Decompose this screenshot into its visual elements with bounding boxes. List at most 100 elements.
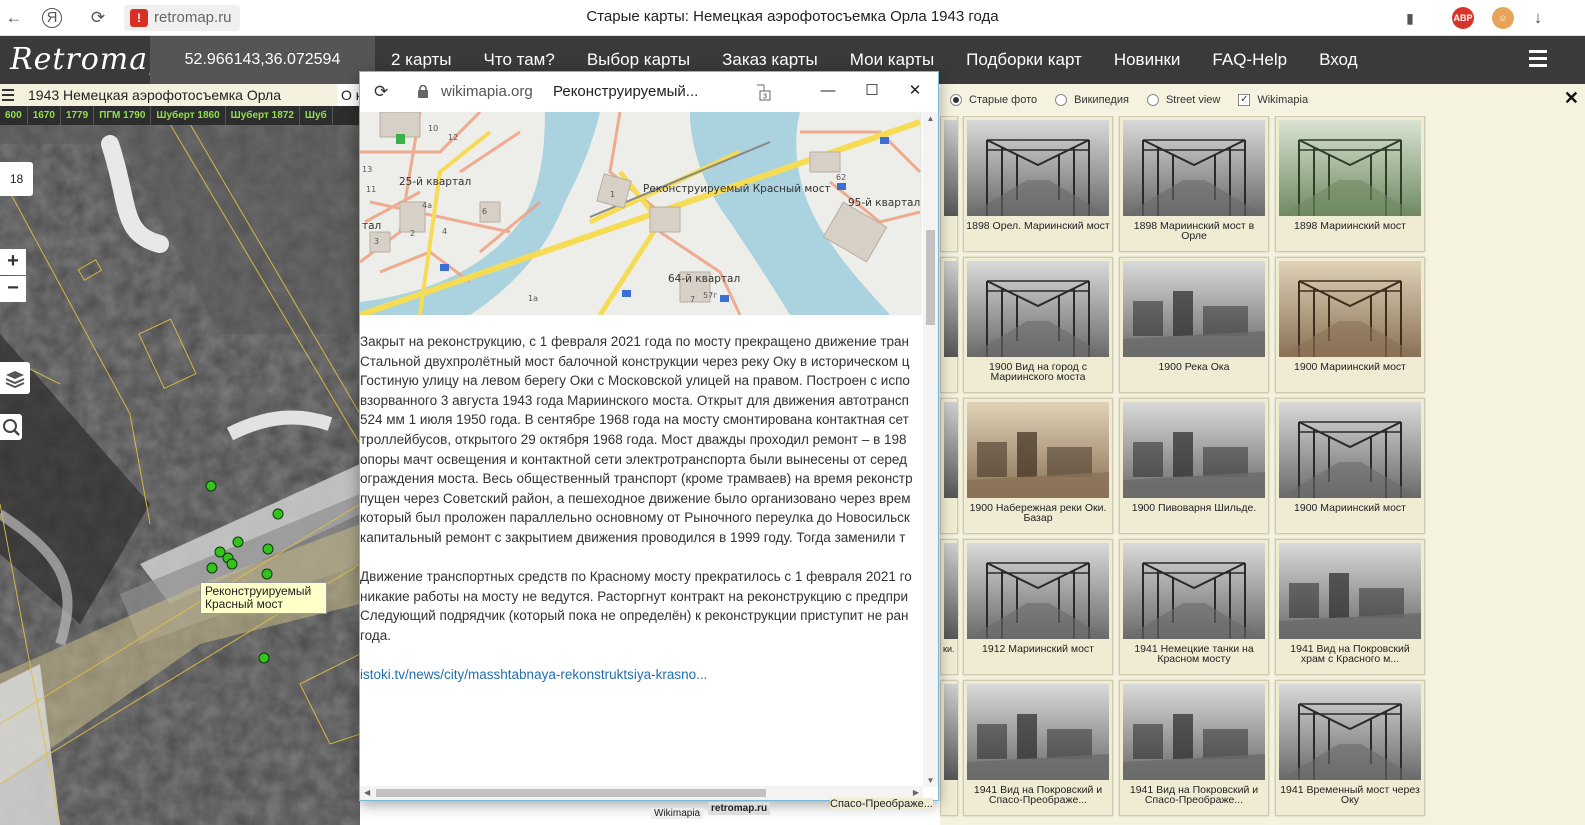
year-item[interactable]: Шуберт 1860 <box>151 106 226 125</box>
photo-thumbnail-partial[interactable] <box>940 398 958 534</box>
extension-icon[interactable]: ☺ <box>1492 7 1514 29</box>
photo-caption[interactable]: 1900 Пивоварня Шильде. <box>1122 503 1266 514</box>
photo-image[interactable] <box>967 684 1109 780</box>
photo-caption[interactable]: 1912 Мариинский мост <box>966 644 1110 655</box>
photo-image[interactable] <box>1279 120 1421 216</box>
photo-thumbnail[interactable]: 1941 Немецкие танки на Красном мосту <box>1119 539 1269 675</box>
year-item[interactable]: 1779 <box>61 106 95 125</box>
layers-icon[interactable] <box>0 362 30 394</box>
photo-thumbnail-partial[interactable] <box>940 257 958 393</box>
photo-caption[interactable]: 1941 Немецкие танки на Красном мосту <box>1122 644 1266 665</box>
option-wikipedia[interactable]: Википедия <box>1055 94 1129 106</box>
option-street-view[interactable]: Street view <box>1146 94 1220 106</box>
menu-item-collections[interactable]: Подборки карт <box>950 36 1098 84</box>
photo-caption[interactable]: 1900 Мариинский мост <box>1278 362 1422 373</box>
photo-caption[interactable]: 1900 Вид на город с Мариинского моста <box>966 362 1110 383</box>
photo-caption[interactable]: 1941 Вид на Покровский и Спасо-Преображе… <box>1122 785 1266 806</box>
option-old-photos[interactable]: Старые фото <box>950 94 1037 106</box>
photo-thumbnail[interactable]: 1898 Мариинский мост <box>1275 116 1425 252</box>
photo-thumbnail[interactable]: 1941 Вид на Покровский храм с Красного м… <box>1275 539 1425 675</box>
photo-image[interactable] <box>967 261 1109 357</box>
photo-image[interactable] <box>1123 684 1265 780</box>
menu-item-faq[interactable]: FAQ-Help <box>1196 36 1303 84</box>
photo-image[interactable] <box>1279 261 1421 357</box>
option-wikimapia[interactable]: ✓ Wikimapia <box>1238 94 1308 106</box>
year-item[interactable]: ПГМ 1790 <box>94 106 152 125</box>
photo-caption[interactable]: 1941 Временный мост через Оку <box>1278 785 1422 806</box>
photo-thumbnail[interactable]: 1941 Вид на Покровский и Спасо-Преображе… <box>963 680 1113 816</box>
photo-image[interactable] <box>1123 261 1265 357</box>
radio-checked[interactable] <box>950 94 962 106</box>
scroll-down-icon[interactable]: ▼ <box>923 776 938 785</box>
photo-thumbnail[interactable]: 1900 Мариинский мост <box>1275 257 1425 393</box>
photo-image[interactable] <box>1123 402 1265 498</box>
menu-item-login[interactable]: Вход <box>1303 36 1373 84</box>
adblock-icon[interactable]: ABP <box>1452 7 1474 29</box>
photo-thumbnail[interactable]: 1912 Мариинский мост <box>963 539 1113 675</box>
bookmark-icon[interactable]: ▮ <box>1398 6 1422 30</box>
photo-thumbnail[interactable]: 1898 Мариинский мост в Орле <box>1119 116 1269 252</box>
photo-image[interactable] <box>1279 684 1421 780</box>
download-icon[interactable]: ↓ <box>1526 6 1550 30</box>
photo-image[interactable] <box>967 543 1109 639</box>
photo-image[interactable] <box>944 684 958 780</box>
photo-caption[interactable]: 1900 Набережная реки Оки. Базар <box>966 503 1110 524</box>
zoom-out-button[interactable]: − <box>0 276 26 302</box>
reload-icon[interactable]: ⟳ <box>374 82 388 102</box>
photo-thumbnail-partial[interactable] <box>940 680 958 816</box>
photo-thumbnail[interactable]: 1900 Река Ока <box>1119 257 1269 393</box>
back-arrow-icon[interactable]: ← <box>2 6 26 30</box>
photo-image[interactable] <box>967 120 1109 216</box>
photo-caption[interactable]: 1941 Вид на Покровский и Спасо-Преображе… <box>966 785 1110 806</box>
photo-thumbnail-partial[interactable] <box>940 116 958 252</box>
year-item[interactable]: Шуберт 1872 <box>226 106 300 125</box>
map-title-extra[interactable]: О к <box>337 84 360 106</box>
site-logo[interactable]: Retromap <box>10 42 168 77</box>
reload-icon[interactable]: ⟳ <box>86 6 110 30</box>
tabs-count-icon[interactable]: 3 <box>755 82 771 102</box>
photo-image[interactable] <box>1123 120 1265 216</box>
scroll-up-icon[interactable]: ▲ <box>923 114 938 123</box>
hamburger-icon[interactable] <box>1529 50 1547 68</box>
photo-image[interactable] <box>1279 402 1421 498</box>
scroll-thumb[interactable] <box>376 789 766 797</box>
address-bar[interactable]: ! retromap.ru <box>124 5 240 31</box>
photo-caption[interactable]: 1941 Вид на Покровский храм с Красного м… <box>1278 644 1422 665</box>
photo-caption[interactable]: 1898 Мариинский мост в Орле <box>1122 221 1266 242</box>
photo-image[interactable] <box>1279 543 1421 639</box>
photo-image[interactable] <box>944 543 958 639</box>
photo-thumbnail[interactable]: 1941 Вид на Покровский и Спасо-Преображе… <box>1119 680 1269 816</box>
photo-image[interactable] <box>1123 543 1265 639</box>
yandex-button[interactable]: Я <box>42 8 62 28</box>
radio-unchecked[interactable] <box>1146 94 1159 106</box>
search-icon[interactable] <box>0 414 22 440</box>
scroll-left-icon[interactable]: ◀ <box>364 786 370 800</box>
photo-thumbnail[interactable]: 1941 Временный мост через Оку <box>1275 680 1425 816</box>
photo-image[interactable] <box>944 261 958 357</box>
photo-caption[interactable]: 1898 Орел. Мариинский мост <box>966 221 1110 232</box>
photo-thumbnail[interactable]: 1898 Орел. Мариинский мост <box>963 116 1113 252</box>
popup-map[interactable]: 25-й квартал Реконструируемый Красный мо… <box>360 112 922 315</box>
checkbox-checked[interactable]: ✓ <box>1238 94 1251 106</box>
close-panel-icon[interactable]: ✕ <box>1564 88 1579 109</box>
radio-unchecked[interactable] <box>1055 94 1068 106</box>
menu-item-new[interactable]: Новинки <box>1098 36 1197 84</box>
photo-caption[interactable]: 1898 Мариинский мост <box>1278 221 1422 232</box>
vertical-scrollbar[interactable]: ▲ ▼ <box>923 112 938 787</box>
scroll-thumb[interactable] <box>926 230 935 325</box>
zoom-in-button[interactable]: + <box>0 249 26 275</box>
photo-thumbnail[interactable]: 1900 Вид на город с Мариинского моста <box>963 257 1113 393</box>
photo-image[interactable] <box>967 402 1109 498</box>
photo-caption[interactable]: 1900 Мариинский мост <box>1278 503 1422 514</box>
aerial-map[interactable]: 1943 Немецкая аэрофотосъемка Орла О к 60… <box>0 84 360 825</box>
map-menu-icon[interactable] <box>2 89 14 104</box>
photo-image[interactable] <box>944 402 958 498</box>
year-item[interactable]: 600 <box>0 106 28 125</box>
photo-thumbnail[interactable]: 1900 Мариинский мост <box>1275 398 1425 534</box>
photo-thumbnail[interactable]: 1900 Пивоварня Шильде. <box>1119 398 1269 534</box>
minimize-icon[interactable]: — <box>818 81 838 101</box>
source-link[interactable]: istoki.tv/news/city/masshtabnaya-rekonst… <box>360 667 707 682</box>
year-item[interactable]: 1670 <box>28 106 61 125</box>
photo-thumbnail-partial[interactable]: ки. <box>940 539 958 675</box>
photo-image[interactable] <box>944 120 958 216</box>
